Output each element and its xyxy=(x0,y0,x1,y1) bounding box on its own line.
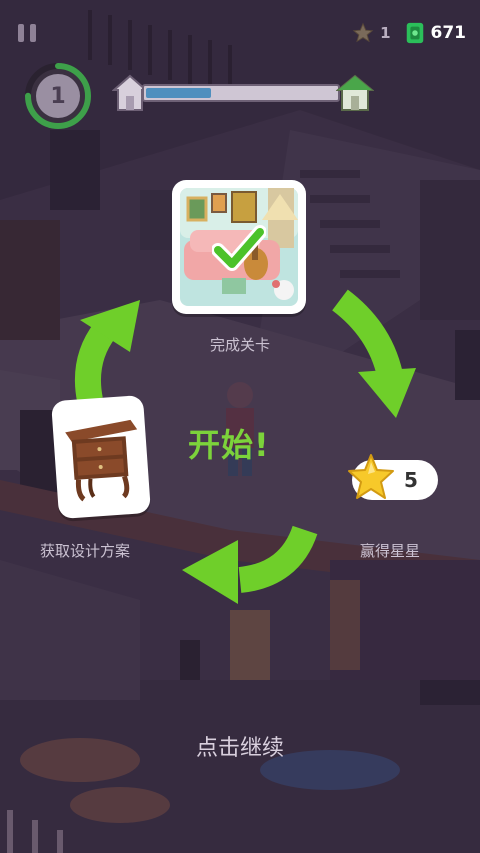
step-get-design-label: 获取设计方案 xyxy=(40,542,131,560)
checkmark-icon xyxy=(212,225,266,271)
step-earn-stars-label: 赢得星星 xyxy=(360,542,421,560)
arrow-icon xyxy=(182,525,318,604)
tap-to-continue-button[interactable]: 点击继续 xyxy=(0,730,480,762)
step-complete-level-label: 完成关卡 xyxy=(209,336,270,354)
nightstand-icon xyxy=(65,419,138,502)
complete-level-card xyxy=(172,180,306,314)
get-design-card xyxy=(50,394,152,520)
star-reward-count: 5 xyxy=(404,468,418,492)
start-title: 开始! xyxy=(188,426,270,464)
arrow-icon xyxy=(331,289,416,418)
star-icon xyxy=(348,454,394,499)
